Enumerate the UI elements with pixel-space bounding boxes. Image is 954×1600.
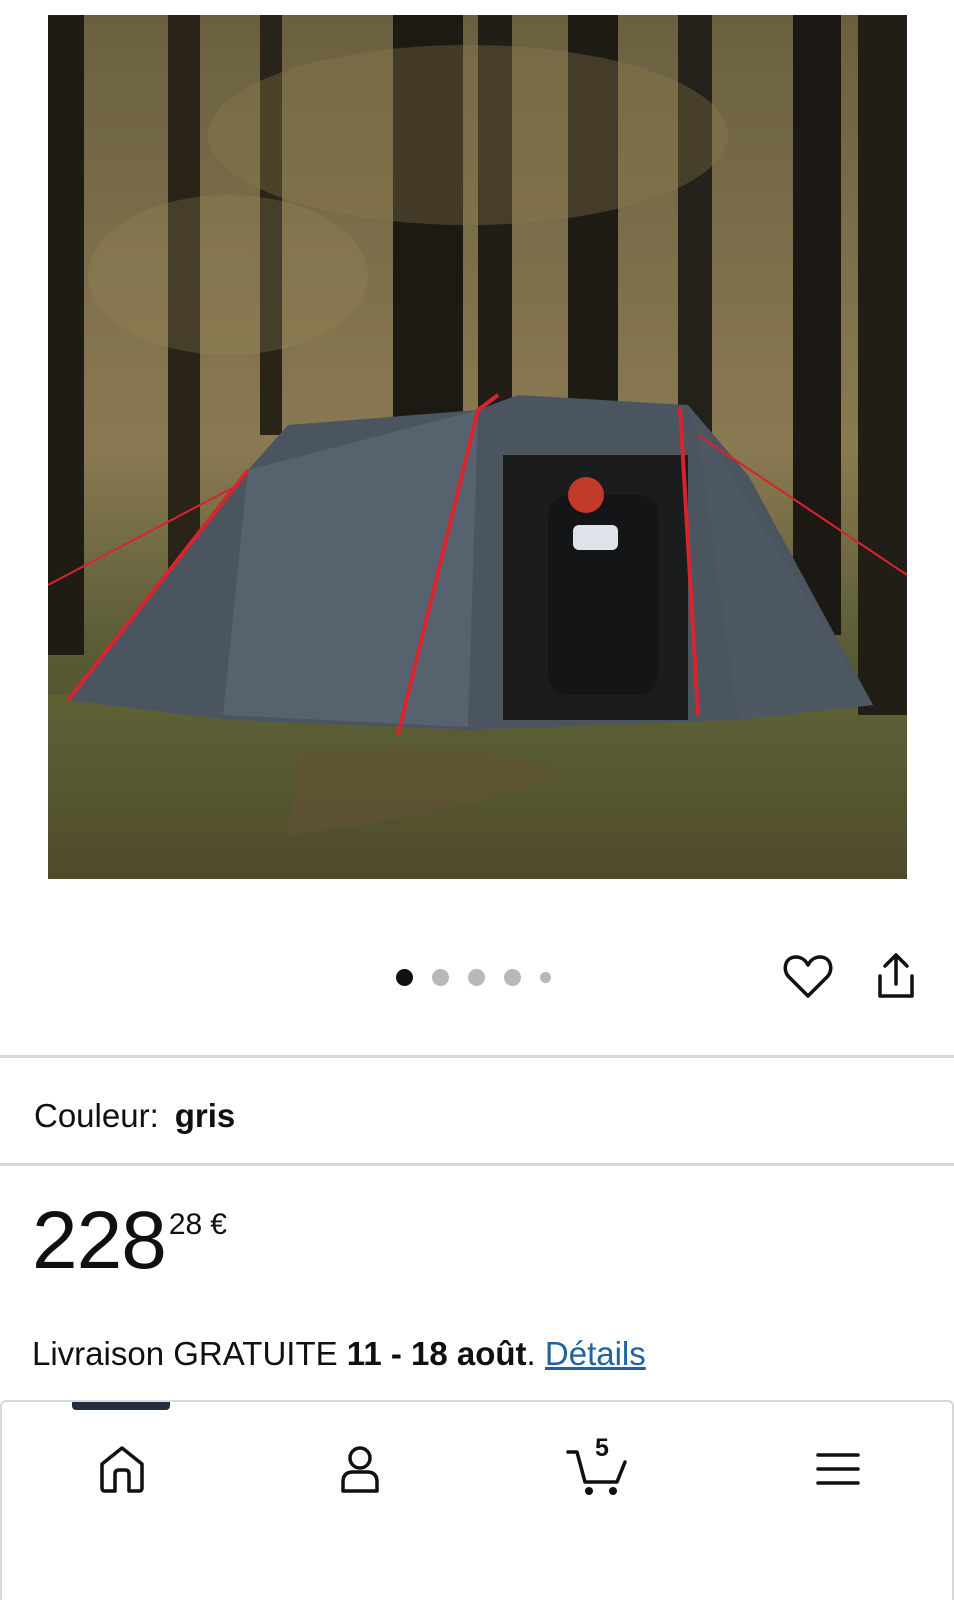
delivery-suffix: . — [526, 1335, 545, 1372]
variation-row[interactable]: Couleur: gris — [34, 1097, 235, 1135]
price-currency: € — [210, 1208, 227, 1241]
divider — [0, 1055, 954, 1058]
delivery-dates: 11 - 18 août — [346, 1335, 527, 1372]
menu-icon — [816, 1453, 860, 1485]
price: 228 28 € — [32, 1200, 227, 1282]
price-fraction: 28 — [168, 1208, 203, 1241]
cart-count-badge: 5 — [595, 1434, 609, 1462]
divider — [0, 1163, 954, 1166]
price-whole: 228 — [32, 1195, 167, 1286]
share-icon — [878, 953, 914, 998]
pagination-dot[interactable] — [468, 968, 485, 986]
share-button[interactable] — [873, 952, 919, 1002]
delivery-prefix: Livraison GRATUITE — [32, 1335, 347, 1372]
account-icon — [341, 1446, 379, 1493]
nav-account[interactable] — [330, 1438, 390, 1498]
wishlist-button[interactable] — [782, 952, 834, 1002]
bottom-nav: 5 — [0, 1400, 954, 1600]
active-tab-indicator — [72, 1402, 170, 1410]
nav-cart[interactable]: 5 — [565, 1434, 633, 1498]
pagination-dot[interactable] — [540, 971, 551, 983]
nav-home[interactable] — [92, 1438, 152, 1498]
nav-menu[interactable] — [808, 1438, 868, 1498]
pagination-dot[interactable] — [504, 968, 521, 986]
delivery-details-link[interactable]: Détails — [545, 1335, 646, 1372]
pagination-dot[interactable] — [432, 968, 449, 986]
variation-value: gris — [174, 1097, 236, 1134]
gallery-controls — [0, 940, 954, 1010]
variation-label: Couleur: — [34, 1097, 159, 1134]
pagination-dot-active[interactable] — [396, 968, 413, 986]
home-icon — [100, 1446, 144, 1493]
product-photo — [48, 15, 907, 879]
heart-icon — [783, 955, 833, 998]
image-pagination[interactable] — [396, 967, 570, 987]
delivery-message: Livraison GRATUITE 11 - 18 août. Détails — [32, 1335, 646, 1373]
product-image[interactable] — [48, 15, 907, 879]
